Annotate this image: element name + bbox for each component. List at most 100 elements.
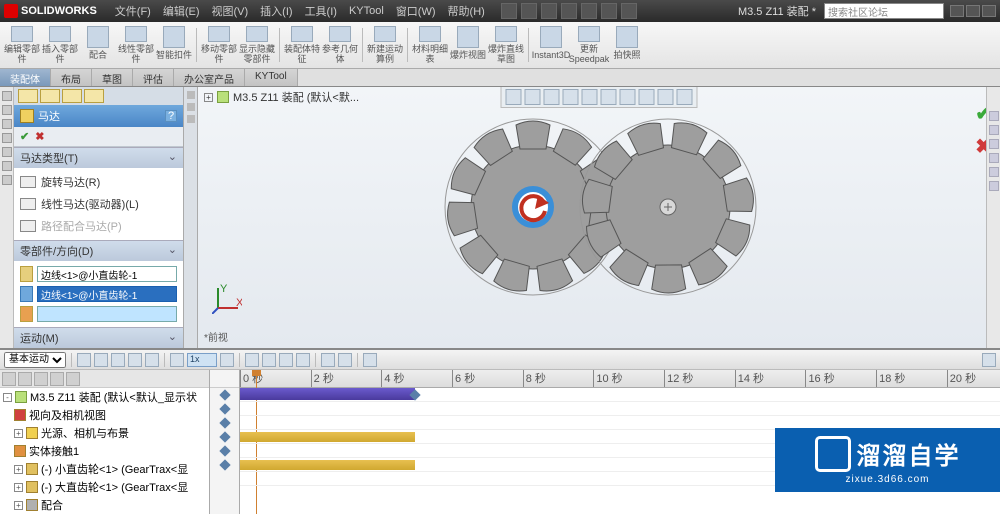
view-orient-icon[interactable] bbox=[582, 89, 598, 105]
cmd-move-component[interactable]: 移动零部件 bbox=[201, 24, 237, 66]
contact-icon[interactable] bbox=[279, 353, 293, 367]
tree-orientation[interactable]: 视向及相机视图 bbox=[0, 406, 209, 424]
tp-view-palette-icon[interactable] bbox=[989, 153, 999, 163]
splitter[interactable] bbox=[184, 87, 198, 348]
track-orientation[interactable] bbox=[240, 402, 1000, 416]
menu-tools[interactable]: 工具(I) bbox=[299, 1, 343, 21]
pm-tab-display-icon[interactable] bbox=[62, 89, 82, 103]
stop-icon[interactable] bbox=[128, 353, 142, 367]
filter-driving-icon[interactable] bbox=[34, 372, 48, 386]
collapse-icon[interactable] bbox=[982, 353, 996, 367]
pm-section-motor-type[interactable]: 马达类型(T)⌄ bbox=[14, 147, 183, 168]
pm-section-direction[interactable]: 零部件/方向(D)⌄ bbox=[14, 240, 183, 261]
menu-help[interactable]: 帮助(H) bbox=[442, 1, 491, 21]
key-icon[interactable] bbox=[219, 417, 230, 428]
qat-new-icon[interactable] bbox=[501, 3, 517, 19]
zoom-area-icon[interactable] bbox=[525, 89, 541, 105]
key-icon[interactable] bbox=[219, 389, 230, 400]
save-anim-icon[interactable] bbox=[220, 353, 234, 367]
loop-icon[interactable] bbox=[170, 353, 184, 367]
study-type-select[interactable]: 基本运动 bbox=[4, 352, 66, 368]
tab-office[interactable]: 办公室产品 bbox=[174, 69, 245, 86]
appearance-icon[interactable] bbox=[639, 89, 655, 105]
tp-custom-props-icon[interactable] bbox=[989, 181, 999, 191]
search-input[interactable]: 搜索社区论坛 bbox=[824, 3, 944, 19]
menu-edit[interactable]: 编辑(E) bbox=[157, 1, 206, 21]
key-icon[interactable] bbox=[219, 403, 230, 414]
spring-icon[interactable] bbox=[262, 353, 276, 367]
filter-selected-icon[interactable] bbox=[50, 372, 64, 386]
tab-assembly[interactable]: 装配体 bbox=[0, 69, 51, 86]
time-ruler[interactable]: 0 秒 2 秒 4 秒 6 秒 8 秒 10 秒 12 秒 14 秒 16 秒 … bbox=[240, 370, 1000, 388]
pm-section-motion[interactable]: 运动(M)⌄ bbox=[14, 327, 183, 348]
scene-icon[interactable] bbox=[658, 89, 674, 105]
side-icon[interactable] bbox=[2, 161, 12, 171]
pm-help-button[interactable]: ? bbox=[165, 110, 177, 122]
tp-design-library-icon[interactable] bbox=[989, 125, 999, 135]
pm-tab-prop-icon[interactable] bbox=[84, 89, 104, 103]
cmd-mate[interactable]: 配合 bbox=[80, 24, 116, 66]
cmd-ref-geometry[interactable]: 参考几何体 bbox=[322, 24, 358, 66]
side-icon[interactable] bbox=[2, 175, 12, 185]
tree-root[interactable]: -M3.5 Z11 装配 (默认<默认_显示状 bbox=[0, 388, 209, 406]
tree-lights[interactable]: +光源、相机与布景 bbox=[0, 424, 209, 442]
view-settings-icon[interactable] bbox=[677, 89, 693, 105]
tree-gear2[interactable]: +(-) 大直齿轮<1> (GearTrax<显 bbox=[0, 478, 209, 496]
relative-icon[interactable] bbox=[20, 306, 33, 322]
cmd-snapshot[interactable]: 拍快照 bbox=[609, 24, 645, 66]
menu-kytool[interactable]: KYTool bbox=[343, 3, 390, 19]
tree-gear1[interactable]: +(-) 小直齿轮<1> (GearTrax<显 bbox=[0, 460, 209, 478]
tab-layout[interactable]: 布局 bbox=[51, 69, 92, 86]
cmd-update-speedpak[interactable]: 更新Speedpak bbox=[571, 24, 607, 66]
flyout-tree[interactable]: + M3.5 Z11 装配 (默认<默... bbox=[204, 89, 359, 105]
menu-file[interactable]: 文件(F) bbox=[109, 1, 157, 21]
location-input[interactable] bbox=[37, 266, 177, 282]
relative-input[interactable] bbox=[37, 306, 177, 322]
key-icon[interactable] bbox=[219, 459, 230, 470]
tree-contact[interactable]: 实体接触1 bbox=[0, 442, 209, 460]
cmd-explode-sketch[interactable]: 爆炸直线草图 bbox=[488, 24, 524, 66]
cmd-linear-pattern[interactable]: 线性零部件 bbox=[118, 24, 154, 66]
qat-rebuild-icon[interactable] bbox=[601, 3, 617, 19]
menu-view[interactable]: 视图(V) bbox=[206, 1, 255, 21]
ok-icon[interactable]: ✔ bbox=[20, 130, 29, 143]
zoom-fit-icon[interactable] bbox=[506, 89, 522, 105]
cancel-icon[interactable]: ✖ bbox=[35, 130, 44, 143]
plot-icon[interactable] bbox=[338, 353, 352, 367]
qat-save-icon[interactable] bbox=[541, 3, 557, 19]
graphics-area[interactable]: + M3.5 Z11 装配 (默认<默... ✔ ✖ bbox=[198, 87, 1000, 348]
play-icon[interactable] bbox=[111, 353, 125, 367]
play-start-icon[interactable] bbox=[94, 353, 108, 367]
ms-options-icon[interactable] bbox=[363, 353, 377, 367]
hide-show-icon[interactable] bbox=[620, 89, 636, 105]
direction-select-icon[interactable] bbox=[20, 286, 33, 302]
opt-linear-motor[interactable]: 线性马达(驱动器)(L) bbox=[18, 193, 179, 215]
side-icon[interactable] bbox=[2, 133, 12, 143]
cmd-instant3d[interactable]: Instant3D bbox=[533, 24, 569, 66]
minimize-icon[interactable] bbox=[950, 5, 964, 17]
cmd-show-hide[interactable]: 显示隐藏零部件 bbox=[239, 24, 275, 66]
section-view-icon[interactable] bbox=[563, 89, 579, 105]
face-select-icon[interactable] bbox=[20, 266, 33, 282]
tab-kytool[interactable]: KYTool bbox=[245, 69, 298, 86]
cmd-smart-fasteners[interactable]: 智能扣件 bbox=[156, 24, 192, 66]
side-icon[interactable] bbox=[2, 91, 12, 101]
pm-tab-config-icon[interactable] bbox=[40, 89, 60, 103]
motor-add-icon[interactable] bbox=[245, 353, 259, 367]
opt-rotary-motor[interactable]: 旋转马达(R) bbox=[18, 171, 179, 193]
close-icon[interactable] bbox=[982, 5, 996, 17]
tab-evaluate[interactable]: 评估 bbox=[133, 69, 174, 86]
results-icon[interactable] bbox=[321, 353, 335, 367]
tree-mates[interactable]: +配合 bbox=[0, 496, 209, 514]
side-icon[interactable] bbox=[2, 147, 12, 157]
filter-anim-icon[interactable] bbox=[18, 372, 32, 386]
tp-appearances-icon[interactable] bbox=[989, 167, 999, 177]
cmd-exploded-view[interactable]: 爆炸视图 bbox=[450, 24, 486, 66]
side-icon[interactable] bbox=[2, 119, 12, 129]
cmd-insert-component[interactable]: 插入零部件 bbox=[42, 24, 78, 66]
tp-file-explorer-icon[interactable] bbox=[989, 139, 999, 149]
qat-print-icon[interactable] bbox=[561, 3, 577, 19]
qat-undo-icon[interactable] bbox=[581, 3, 597, 19]
filter-results-icon[interactable] bbox=[66, 372, 80, 386]
gravity-icon[interactable] bbox=[296, 353, 310, 367]
